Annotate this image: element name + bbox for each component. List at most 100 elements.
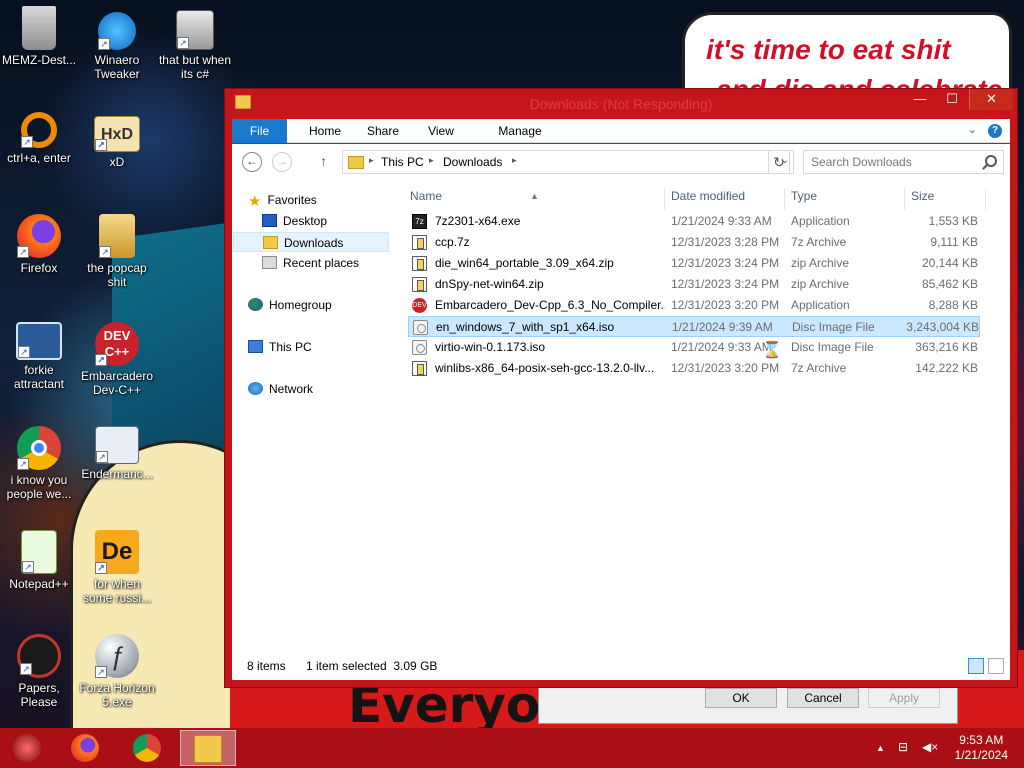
shortcut-arrow-icon: ↗ bbox=[96, 451, 108, 463]
ring-icon: ↗ bbox=[21, 112, 57, 148]
desktop-icon-thatbut[interactable]: ↗ that but when its c# bbox=[156, 10, 234, 81]
archive-icon bbox=[412, 256, 427, 271]
nav-favorites[interactable]: ★ Favorites bbox=[248, 190, 317, 210]
tab-view[interactable]: View bbox=[412, 119, 470, 143]
tab-share[interactable]: Share bbox=[354, 119, 412, 143]
wallpaper-bubble-line1: it's time to eat shit bbox=[706, 34, 951, 65]
file-row[interactable]: dnSpy-net-win64.zip 12/31/2023 3:24 PM z… bbox=[408, 274, 980, 295]
desktop-icon-firefox[interactable]: ↗ Firefox bbox=[0, 214, 78, 275]
file-row[interactable]: virtio-win-0.1.173.iso 1/21/2024 9:33 AM… bbox=[408, 337, 980, 358]
taskbar-clock[interactable]: 9:53 AM 1/21/2024 bbox=[955, 733, 1008, 763]
desktop-icon-ctrla[interactable]: ↗ ctrl+a, enter bbox=[0, 112, 78, 165]
network-tray-icon[interactable]: ⊟ bbox=[898, 740, 908, 754]
nav-desktop[interactable]: Desktop bbox=[262, 211, 327, 231]
desktop-icon-enderman[interactable]: ↗ Endermanc... bbox=[78, 426, 156, 481]
column-divider[interactable] bbox=[664, 188, 665, 210]
file-row[interactable]: ccp.7z 12/31/2023 3:28 PM 7z Archive 9,1… bbox=[408, 232, 980, 253]
chrome-icon: ↗ bbox=[17, 426, 61, 470]
tray-overflow-chevron-icon[interactable]: ▲ bbox=[876, 743, 885, 753]
archive-icon bbox=[412, 361, 427, 376]
column-header-size[interactable]: Size bbox=[911, 185, 934, 207]
de-icon: De ↗ bbox=[95, 530, 139, 574]
search-input[interactable] bbox=[804, 151, 974, 173]
nav-recent-places[interactable]: Recent places bbox=[262, 253, 359, 273]
nav-homegroup[interactable]: Homegroup bbox=[248, 295, 332, 315]
desktop-icon-forza[interactable]: ƒ ↗ Forza Horizon 5.exe bbox=[78, 634, 156, 709]
column-header-type[interactable]: Type bbox=[791, 185, 817, 207]
nav-label: Downloads bbox=[284, 236, 344, 250]
forward-button[interactable]: → bbox=[272, 152, 292, 172]
shortcut-arrow-icon: ↗ bbox=[17, 246, 29, 258]
file-size: 85,462 KB bbox=[921, 277, 978, 291]
desktop-icon-embarcadero[interactable]: DEV C++ ↗ Embarcadero Dev-C++ bbox=[78, 322, 156, 397]
search-icon[interactable] bbox=[985, 155, 997, 167]
help-icon[interactable]: ? bbox=[988, 124, 1002, 138]
desktop-icon-chrome[interactable]: ↗ i know you people we... bbox=[0, 426, 78, 501]
breadcrumb-separator[interactable]: ▸ bbox=[512, 155, 517, 166]
star-icon: ★ bbox=[248, 193, 262, 210]
desktop-icon-memz[interactable]: MEMZ-Dest... bbox=[0, 6, 78, 67]
firefox-icon: ↗ bbox=[17, 214, 61, 258]
apply-button[interactable]: Apply bbox=[868, 688, 940, 708]
column-header-date[interactable]: Date modified bbox=[671, 185, 745, 207]
refresh-button[interactable]: ↻ bbox=[768, 150, 790, 174]
taskbar-file-explorer[interactable] bbox=[180, 730, 236, 766]
desktop-icon-forwhen[interactable]: De ↗ for when some russi... bbox=[78, 530, 156, 605]
desktop-icon-xd[interactable]: HxD ↗ xD bbox=[78, 116, 156, 169]
shortcut-arrow-icon: ↗ bbox=[99, 246, 111, 258]
file-size: 1,553 KB bbox=[928, 214, 978, 228]
desktop-icon-label: MEMZ-Dest... bbox=[2, 53, 76, 67]
up-button[interactable]: ↑ bbox=[320, 153, 327, 169]
desktop-icon-papers[interactable]: ↗ Papers, Please bbox=[0, 634, 78, 709]
column-header-name[interactable]: Name ▲ bbox=[410, 185, 660, 207]
file-date: 1/21/2024 9:33 AM bbox=[671, 214, 772, 228]
address-bar[interactable]: ▸ This PC ▸ Downloads ▸ ⌄ bbox=[342, 150, 794, 174]
search-box[interactable] bbox=[803, 150, 1004, 174]
taskbar-firefox[interactable] bbox=[60, 730, 110, 766]
breadcrumb-this-pc[interactable]: This PC bbox=[381, 155, 424, 169]
nav-label: Favorites bbox=[267, 193, 317, 207]
desktop-icon-label: forkie attractant bbox=[13, 363, 65, 391]
maximize-button[interactable]: ☐ bbox=[937, 89, 967, 110]
desktop-icon-winaero[interactable]: ↗ Winaero Tweaker bbox=[78, 12, 156, 81]
column-divider[interactable] bbox=[784, 188, 785, 210]
selection-info: 1 item selected 3.09 GB bbox=[306, 659, 438, 673]
cancel-button[interactable]: Cancel bbox=[787, 688, 859, 708]
file-row-selected[interactable]: en_windows_7_with_sp1_x64.iso 1/21/2024 … bbox=[408, 316, 980, 337]
nav-this-pc[interactable]: This PC bbox=[248, 337, 312, 357]
breadcrumb-downloads[interactable]: Downloads bbox=[443, 155, 502, 169]
window-app-icon: ↗ bbox=[95, 426, 139, 464]
taskbar-chrome[interactable] bbox=[122, 730, 172, 766]
file-row[interactable]: DEV Embarcadero_Dev-Cpp_6.3_No_Compiler.… bbox=[408, 295, 980, 316]
title-bar[interactable]: Downloads (Not Responding) — ☐ ✕ bbox=[225, 89, 1017, 117]
status-bar: 8 items 1 item selected 3.09 GB bbox=[232, 648, 1010, 680]
tab-home[interactable]: Home bbox=[296, 119, 354, 143]
desktop-icon-popcap[interactable]: ↗ the popcap shit bbox=[78, 214, 156, 289]
ribbon-expand-icon[interactable]: ⌄ bbox=[968, 124, 977, 136]
start-button[interactable] bbox=[2, 730, 52, 766]
tab-manage[interactable]: Manage bbox=[488, 119, 552, 143]
nav-downloads[interactable]: Downloads bbox=[233, 232, 389, 252]
file-row[interactable]: winlibs-x86_64-posix-seh-gcc-13.2.0-llv.… bbox=[408, 358, 980, 379]
large-icons-view-icon[interactable] bbox=[988, 658, 1004, 674]
back-button[interactable]: ← bbox=[242, 152, 262, 172]
file-row[interactable]: 7z 7z2301-x64.exe 1/21/2024 9:33 AM Appl… bbox=[408, 211, 980, 232]
shortcut-arrow-icon: ↗ bbox=[95, 562, 107, 574]
file-row[interactable]: die_win64_portable_3.09_x64.zip 12/31/20… bbox=[408, 253, 980, 274]
breadcrumb-separator[interactable]: ▸ bbox=[429, 155, 434, 166]
volume-muted-icon[interactable]: ◀× bbox=[922, 740, 938, 754]
close-button[interactable]: ✕ bbox=[969, 89, 1013, 110]
nav-network[interactable]: Network bbox=[248, 379, 313, 399]
ok-button[interactable]: OK bbox=[705, 688, 777, 708]
file-size: 8,288 KB bbox=[928, 298, 978, 312]
desktop-icon-notepadpp[interactable]: ↗ Notepad++ bbox=[0, 530, 78, 591]
tab-file[interactable]: File bbox=[232, 119, 287, 143]
desktop-icon-forkie[interactable]: ↗ forkie attractant bbox=[0, 322, 78, 391]
breadcrumb-separator[interactable]: ▸ bbox=[369, 155, 374, 166]
column-divider[interactable] bbox=[985, 188, 986, 210]
details-view-icon[interactable] bbox=[968, 658, 984, 674]
nav-label: Network bbox=[269, 382, 314, 396]
minimize-button[interactable]: — bbox=[905, 89, 935, 110]
column-divider[interactable] bbox=[904, 188, 905, 210]
desktop-icon-label: for when some russi... bbox=[82, 577, 151, 605]
